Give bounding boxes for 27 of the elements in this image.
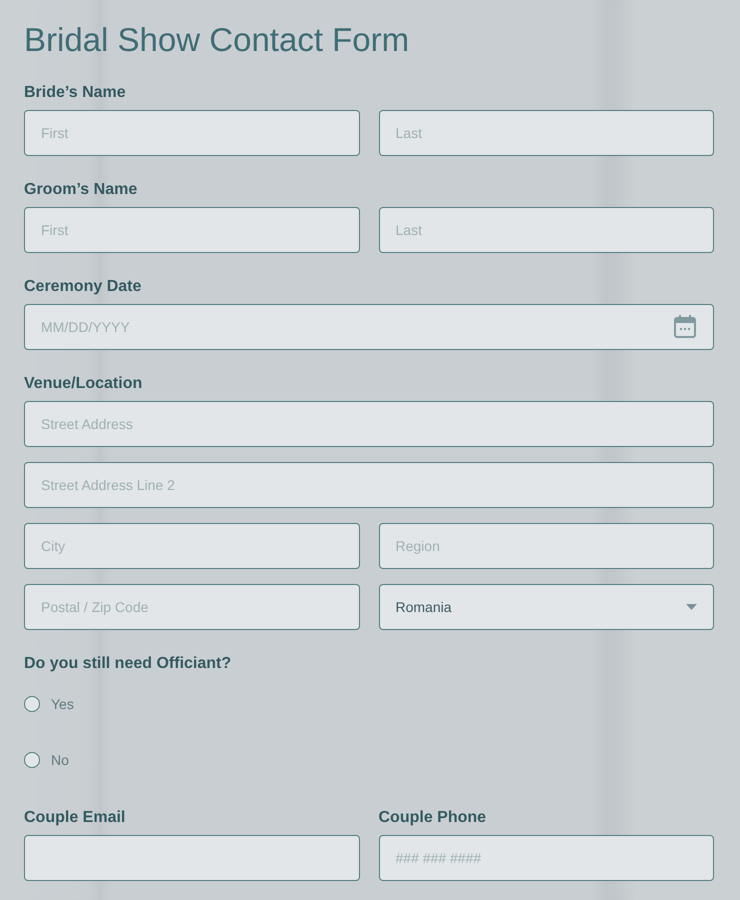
- text-input[interactable]: City: [24, 523, 360, 569]
- field-label: Couple Email: [24, 808, 126, 828]
- text-input[interactable]: Street Address: [24, 401, 714, 447]
- caret-down-icon: [686, 604, 697, 610]
- text-input[interactable]: Region: [378, 523, 714, 569]
- text-input[interactable]: Postal / Zip Code: [24, 584, 360, 630]
- calendar-icon[interactable]: [674, 315, 696, 338]
- text-input[interactable]: Last: [378, 110, 714, 156]
- field-label: Bride’s Name: [24, 83, 127, 103]
- date-input[interactable]: MM/DD/YYYY: [24, 304, 714, 350]
- form-title: Bridal Show Contact Form: [24, 20, 410, 60]
- question-label: Do you still need Officiant?: [24, 654, 232, 674]
- text-input[interactable]: Street Address Line 2: [24, 462, 714, 508]
- text-input[interactable]: Last: [378, 207, 714, 253]
- text-input[interactable]: [24, 835, 360, 881]
- option-label: Yes: [51, 694, 74, 714]
- text-input[interactable]: First: [24, 110, 360, 156]
- radio-button[interactable]: [24, 696, 40, 712]
- field-label: Couple Phone: [378, 808, 488, 828]
- radio-button[interactable]: [24, 752, 40, 768]
- field-label: Groom’s Name: [24, 180, 138, 200]
- country-dropdown[interactable]: Romania: [378, 584, 714, 630]
- field-label: Ceremony Date: [24, 277, 142, 297]
- field-label: Venue/Location: [24, 374, 144, 394]
- text-input[interactable]: First: [24, 207, 360, 253]
- option-label: No: [51, 750, 69, 770]
- text-input[interactable]: ### ### ####: [378, 835, 714, 881]
